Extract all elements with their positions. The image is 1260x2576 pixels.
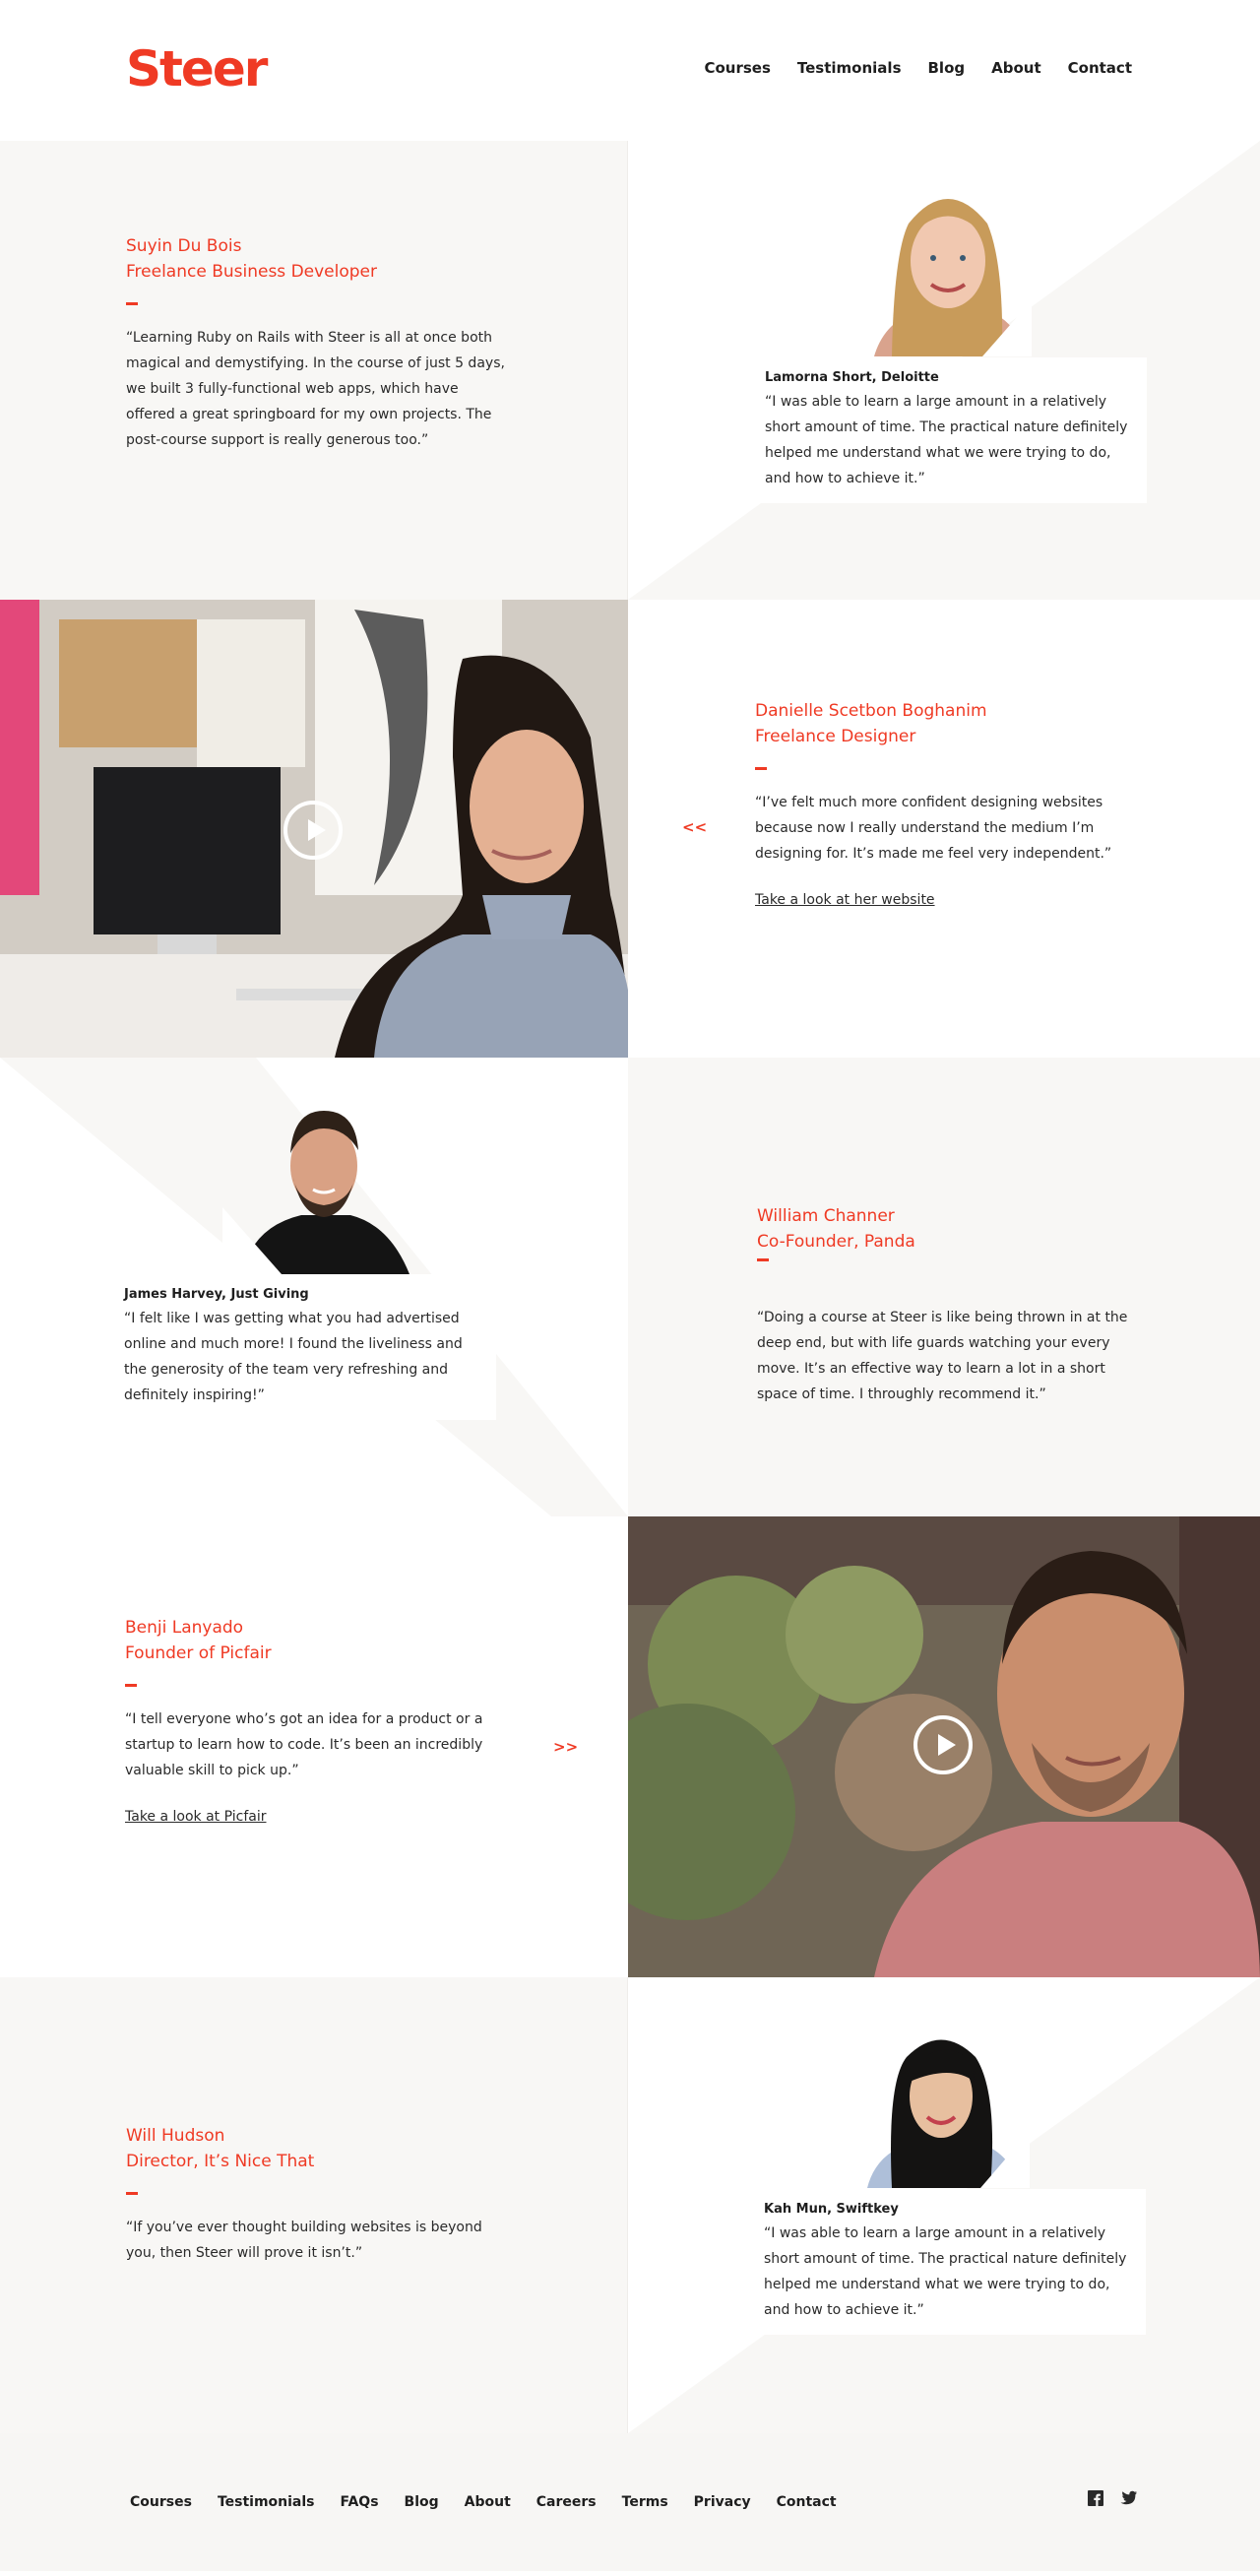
testimonial-author: James Harvey, Just Giving bbox=[124, 1287, 309, 1302]
video-benji[interactable] bbox=[628, 1516, 1260, 1977]
nav-testimonials[interactable]: Testimonials bbox=[797, 59, 902, 77]
facebook-icon[interactable] bbox=[1088, 2490, 1103, 2506]
testimonial-role: Freelance Business Developer bbox=[126, 262, 377, 282]
footer-about[interactable]: About bbox=[465, 2494, 511, 2510]
testimonial-name: Benji Lanyado bbox=[125, 1618, 244, 1638]
testimonial-suyin: Suyin Du Bois Freelance Business Develop… bbox=[0, 141, 628, 600]
testimonial-danielle: << Danielle Scetbon Boghanim Freelance D… bbox=[628, 600, 1260, 1058]
nav-about[interactable]: About bbox=[991, 59, 1041, 77]
testimonial-text: Suyin Du Bois Freelance Business Develop… bbox=[126, 233, 505, 453]
testimonial-quote: “I was able to learn a large amount in a… bbox=[764, 2225, 1127, 2318]
accent-dash bbox=[755, 767, 767, 770]
testimonial-james: James Harvey, Just Giving “I felt like I… bbox=[0, 1058, 628, 1516]
footer-blog[interactable]: Blog bbox=[405, 2494, 439, 2510]
testimonial-text: Benji Lanyado Founder of Picfair “I tell… bbox=[125, 1615, 509, 1826]
footer-careers[interactable]: Careers bbox=[536, 2494, 597, 2510]
testimonial-card: Lamorna Short, Deloitte “I was able to l… bbox=[753, 357, 1147, 503]
steer-logo[interactable]: Steer bbox=[126, 39, 268, 98]
testimonial-benji: >> Benji Lanyado Founder of Picfair “I t… bbox=[0, 1516, 628, 1977]
column-divider bbox=[627, 1977, 628, 2433]
twitter-icon[interactable] bbox=[1119, 2490, 1137, 2506]
nav-blog[interactable]: Blog bbox=[928, 59, 966, 77]
testimonial-quote: “I felt like I was getting what you had … bbox=[124, 1311, 463, 1403]
kah-portrait bbox=[852, 2023, 1030, 2193]
lamorna-portrait bbox=[864, 184, 1032, 361]
arrow-left: << bbox=[682, 818, 708, 836]
testimonial-kah: Kah Mun, Swiftkey “I was able to learn a… bbox=[628, 1977, 1260, 2433]
testimonial-card: James Harvey, Just Giving “I felt like I… bbox=[112, 1274, 496, 1420]
testimonial-role: Director, It’s Nice That bbox=[126, 2152, 315, 2171]
site-footer: Courses Testimonials FAQs Blog About Car… bbox=[0, 2433, 1260, 2571]
testimonial-row-1: Suyin Du Bois Freelance Business Develop… bbox=[0, 141, 1260, 600]
footer-contact[interactable]: Contact bbox=[777, 2494, 837, 2510]
accent-dash bbox=[757, 1258, 769, 1261]
testimonial-name: Danielle Scetbon Boghanim bbox=[755, 701, 987, 721]
play-button[interactable] bbox=[914, 1715, 973, 1774]
testimonial-quote: “I tell everyone who’s got an idea for a… bbox=[125, 1711, 483, 1778]
nav-courses[interactable]: Courses bbox=[704, 59, 770, 77]
footer-privacy[interactable]: Privacy bbox=[694, 2494, 751, 2510]
arrow-right: >> bbox=[553, 1738, 579, 1756]
testimonial-name: Suyin Du Bois bbox=[126, 236, 242, 256]
testimonial-row-4: >> Benji Lanyado Founder of Picfair “I t… bbox=[0, 1516, 1260, 1977]
testimonial-text: William Channer Co-Founder, Panda “Doing… bbox=[757, 1203, 1131, 1407]
testimonial-quote: “Learning Ruby on Rails with Steer is al… bbox=[126, 330, 505, 448]
testimonial-name: William Channer bbox=[757, 1206, 895, 1226]
video-danielle[interactable] bbox=[0, 600, 628, 1058]
testimonial-lamorna: Lamorna Short, Deloitte “I was able to l… bbox=[628, 141, 1260, 600]
footer-nav: Courses Testimonials FAQs Blog About Car… bbox=[130, 2494, 837, 2510]
james-portrait bbox=[222, 1099, 419, 1279]
testimonial-row-2: << Danielle Scetbon Boghanim Freelance D… bbox=[0, 600, 1260, 1058]
footer-testimonials[interactable]: Testimonials bbox=[218, 2494, 315, 2510]
footer-terms[interactable]: Terms bbox=[622, 2494, 668, 2510]
testimonial-quote: “If you’ve ever thought building website… bbox=[126, 2220, 482, 2261]
testimonial-role: Founder of Picfair bbox=[125, 1643, 272, 1663]
testimonial-role: Freelance Designer bbox=[755, 727, 916, 746]
testimonial-text: Will Hudson Director, It’s Nice That “If… bbox=[126, 2123, 510, 2266]
testimonial-row-3: James Harvey, Just Giving “I felt like I… bbox=[0, 1058, 1260, 1516]
nav-contact[interactable]: Contact bbox=[1068, 59, 1132, 77]
accent-dash bbox=[125, 1684, 137, 1687]
testimonial-author: Lamorna Short, Deloitte bbox=[765, 370, 939, 385]
testimonial-quote: “I’ve felt much more confident designing… bbox=[755, 795, 1112, 862]
testimonial-william: William Channer Co-Founder, Panda “Doing… bbox=[628, 1058, 1260, 1516]
play-button[interactable] bbox=[284, 801, 343, 860]
site-header: Steer Courses Testimonials Blog About Co… bbox=[0, 0, 1260, 141]
accent-dash bbox=[126, 2192, 138, 2195]
social-links bbox=[1088, 2490, 1137, 2506]
testimonial-quote: “I was able to learn a large amount in a… bbox=[765, 394, 1128, 486]
testimonial-role: Co-Founder, Panda bbox=[757, 1232, 915, 1252]
picfair-link[interactable]: Take a look at Picfair bbox=[125, 1809, 267, 1825]
main-nav: Courses Testimonials Blog About Contact bbox=[704, 59, 1132, 77]
footer-faqs[interactable]: FAQs bbox=[341, 2494, 379, 2510]
footer-courses[interactable]: Courses bbox=[130, 2494, 192, 2510]
column-divider bbox=[627, 141, 628, 600]
danielle-website-link[interactable]: Take a look at her website bbox=[755, 892, 935, 908]
testimonial-name: Will Hudson bbox=[126, 2126, 225, 2146]
testimonial-card: Kah Mun, Swiftkey “I was able to learn a… bbox=[752, 2189, 1146, 2335]
testimonial-author: Kah Mun, Swiftkey bbox=[764, 2202, 899, 2217]
testimonial-text: Danielle Scetbon Boghanim Freelance Desi… bbox=[755, 698, 1129, 909]
testimonial-quote: “Doing a course at Steer is like being t… bbox=[757, 1310, 1128, 1402]
testimonial-row-5: Will Hudson Director, It’s Nice That “If… bbox=[0, 1977, 1260, 2433]
accent-dash bbox=[126, 302, 138, 305]
testimonial-will: Will Hudson Director, It’s Nice That “If… bbox=[0, 1977, 628, 2433]
